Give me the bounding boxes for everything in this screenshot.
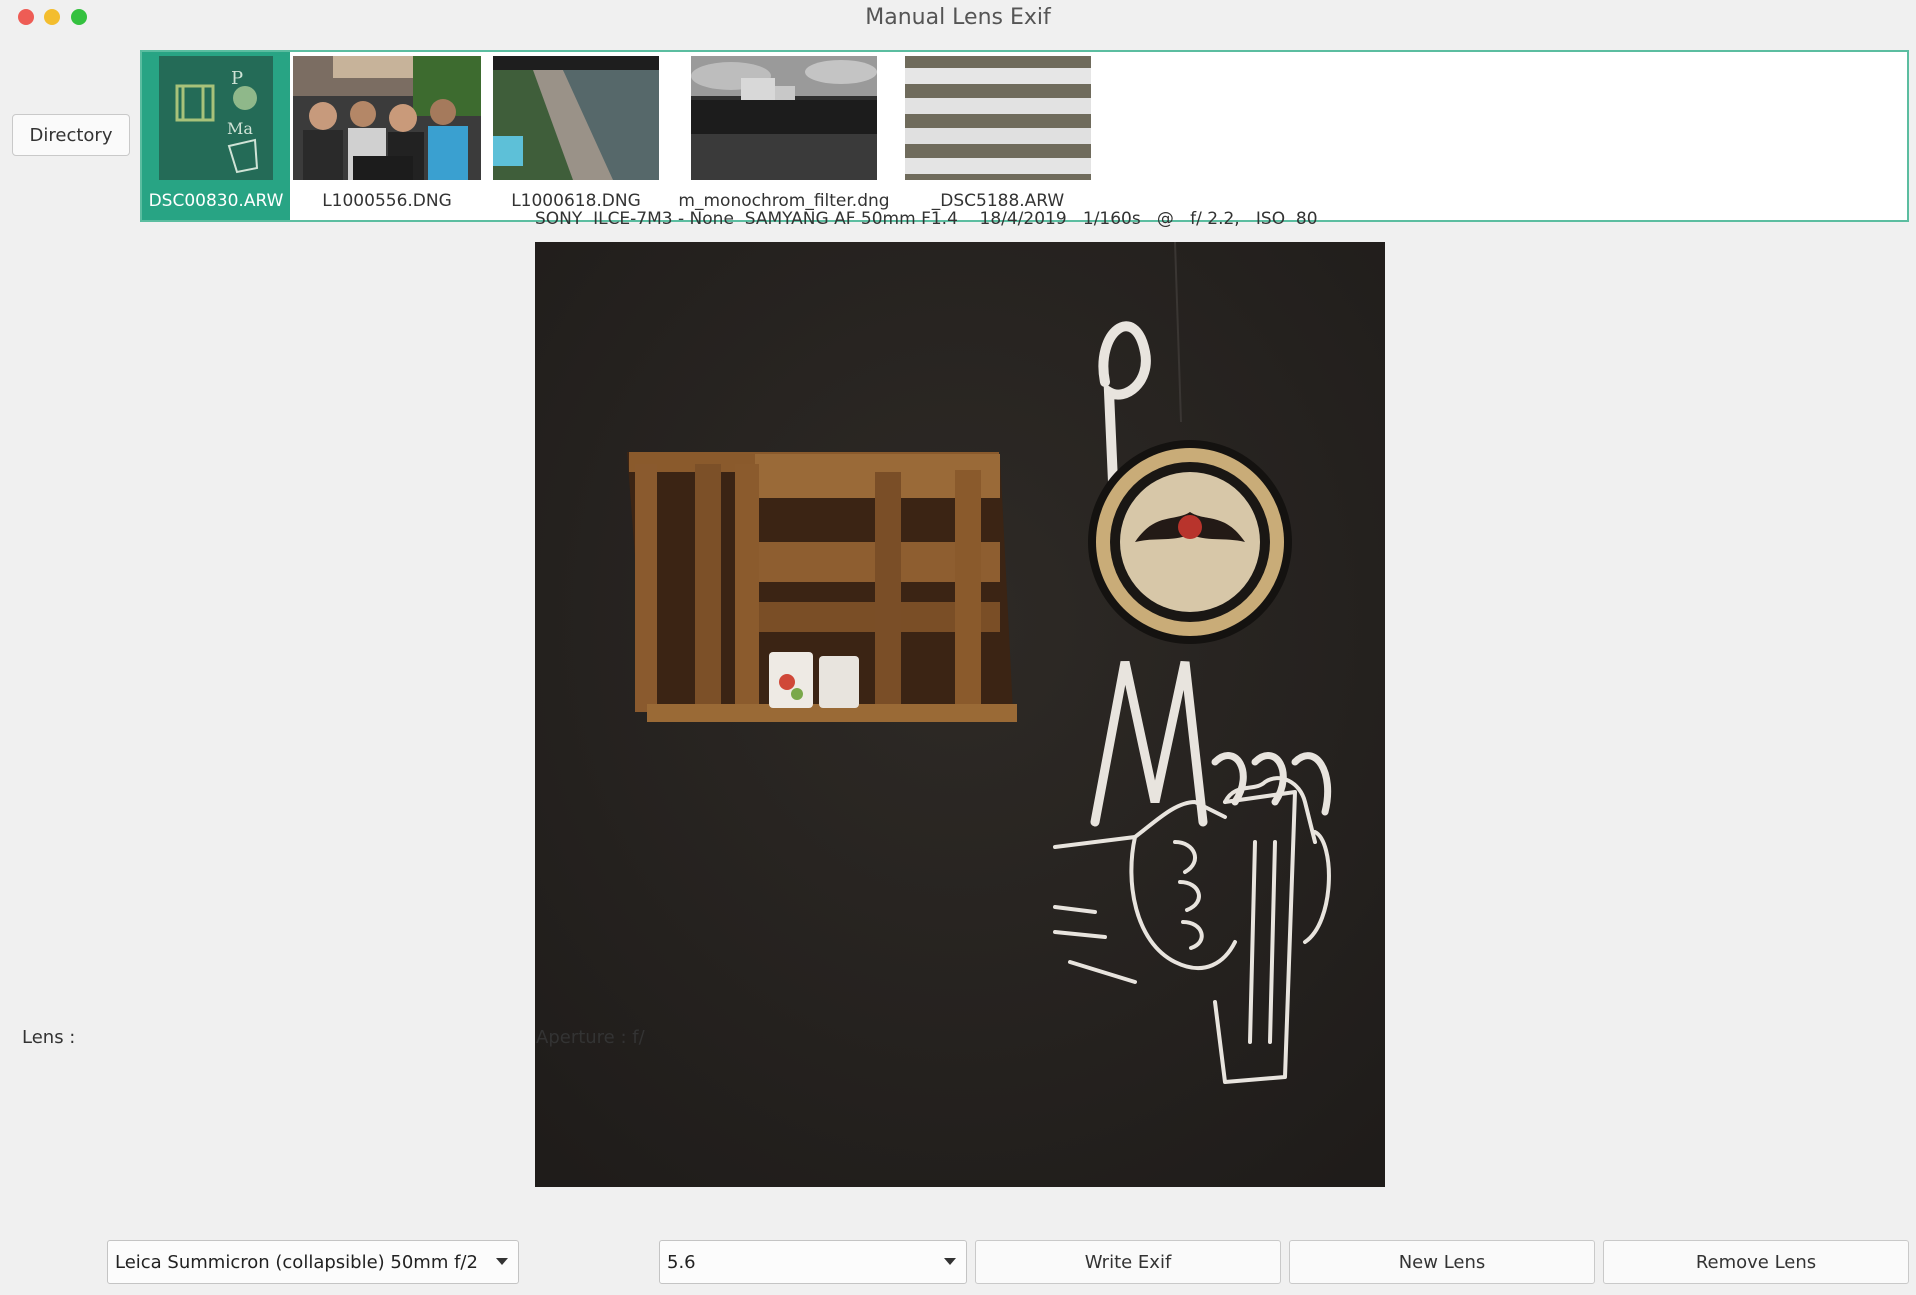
- write-exif-button[interactable]: Write Exif: [975, 1240, 1281, 1284]
- aperture-label: Aperture : f/: [536, 1027, 645, 1048]
- thumbnail-image: P Ma: [159, 56, 273, 180]
- thumbnail-filename: L1000556.DNG: [322, 191, 452, 211]
- thumbnail-image: [691, 56, 877, 180]
- thumbnail-image: [493, 56, 659, 180]
- lens-label: Lens :: [22, 1027, 76, 1048]
- new-lens-button[interactable]: New Lens: [1289, 1240, 1595, 1284]
- main-window: Directory P Ma DSC00830.ARW L1000556.DNG…: [0, 36, 1916, 1295]
- chevron-down-icon: [496, 1258, 508, 1265]
- thumbnail-image: [905, 56, 1091, 180]
- thumbnail-item[interactable]: L1000556.DNG: [290, 52, 484, 220]
- svg-text:P: P: [231, 68, 243, 89]
- svg-text:Ma: Ma: [227, 119, 253, 138]
- lens-select-value: Leica Summicron (collapsible) 50mm f/2: [115, 1251, 478, 1273]
- thumbnail-item[interactable]: m_monochrom_filter.dng: [668, 52, 900, 220]
- exif-info-text: SONY ILCE-7M3 - None SAMYANG AF 50mm F1.…: [535, 209, 1318, 229]
- lens-select[interactable]: Leica Summicron (collapsible) 50mm f/2: [107, 1240, 519, 1284]
- thumbnail-image: [293, 56, 481, 180]
- window-title: Manual Lens Exif: [865, 5, 1051, 30]
- thumbnail-item[interactable]: _DSC5188.ARW: [900, 52, 1096, 220]
- aperture-select[interactable]: 5.6: [659, 1240, 967, 1284]
- chevron-down-icon: [944, 1258, 956, 1265]
- thumbnail-item[interactable]: P Ma DSC00830.ARW: [142, 52, 290, 220]
- aperture-select-value: 5.6: [667, 1251, 696, 1273]
- thumbnail-strip[interactable]: P Ma DSC00830.ARW L1000556.DNG L1000618.…: [140, 50, 1909, 222]
- remove-lens-button[interactable]: Remove Lens: [1603, 1240, 1909, 1284]
- photo-preview: [535, 242, 1385, 1187]
- thumbnail-filename: DSC00830.ARW: [148, 191, 284, 211]
- directory-button[interactable]: Directory: [12, 114, 130, 156]
- thumbnail-item[interactable]: L1000618.DNG: [484, 52, 668, 220]
- title-bar: Manual Lens Exif: [0, 0, 1916, 36]
